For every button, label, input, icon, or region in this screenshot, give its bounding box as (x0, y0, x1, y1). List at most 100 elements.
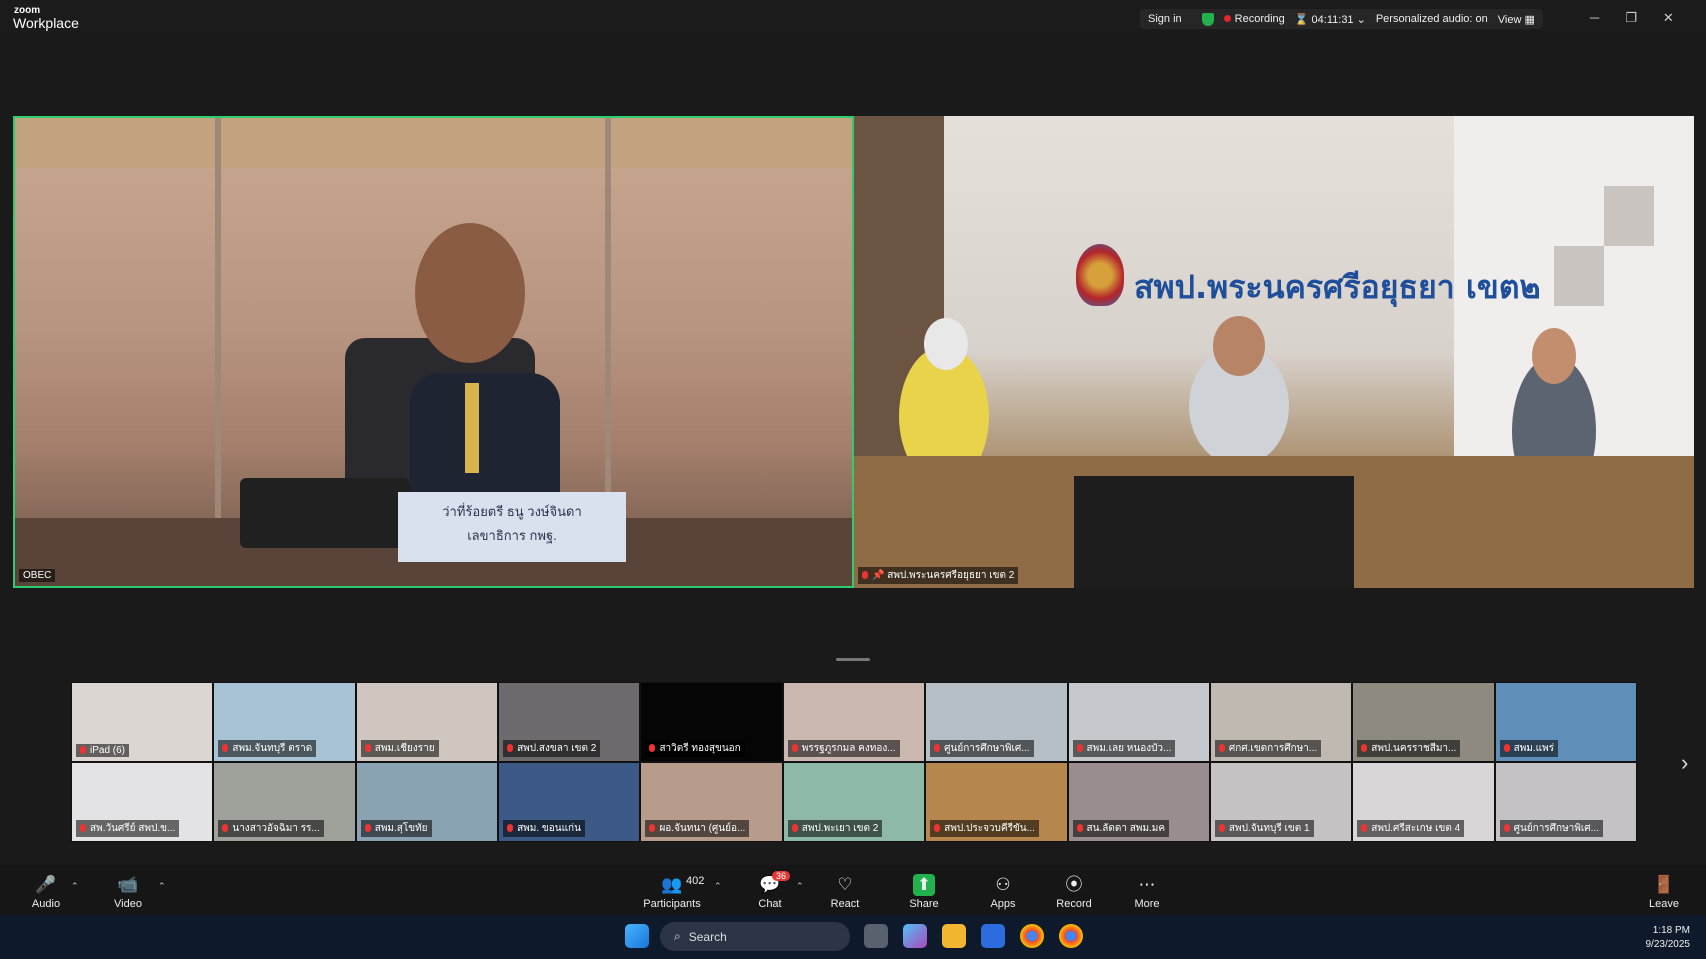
grid-icon: ▦ (1524, 13, 1535, 26)
participant-name-tag: สพม.เชียงราย (360, 740, 439, 757)
video-options-chevron-icon[interactable]: ⌃ (158, 881, 166, 892)
more-button[interactable]: ⋯ More (1112, 865, 1182, 910)
mic-muted-icon (1503, 824, 1510, 833)
participant-thumbnail[interactable]: สพป.นครราชสีมา... (1352, 682, 1495, 762)
share-button[interactable]: ⬆ Share (889, 865, 959, 910)
participant-name: ศกศ.เขตการศึกษา... (1228, 743, 1318, 754)
leave-door-icon: 🚪 (1653, 875, 1675, 894)
heart-icon: ♡ (837, 875, 853, 894)
file-explorer-icon[interactable] (942, 924, 966, 948)
chevron-right-icon[interactable]: › (1681, 750, 1688, 776)
participant-name: สพม. ขอนแก่น (517, 823, 581, 834)
apps-label: Apps (990, 898, 1016, 910)
participant-name: สาวิตรี ทองสุขนอก (659, 743, 741, 754)
participant-name-tag: พรรฐภูรกมล คงทอง... (787, 740, 900, 757)
participant-thumbnail[interactable]: สพป.พะเยา เขต 2 (782, 762, 926, 842)
participants-button[interactable]: 👥 Participants (637, 865, 707, 910)
participant-name-tag: ศูนย์การศึกษาพิเศ... (930, 740, 1034, 757)
participant-video[interactable]: สพป.พระนครศรีอยุธยา เขต๒ 📌 สพป.พระนครศรี… (854, 116, 1694, 588)
participant-thumbnail[interactable]: สพม.เชียงราย (355, 682, 499, 762)
record-button[interactable]: ⦿ Record (1039, 865, 1109, 910)
participant-name: สพป.จันทบุรี เขต 1 (1228, 823, 1310, 834)
search-label: Search (688, 929, 727, 944)
participant-thumbnail[interactable]: ศูนย์การศึกษาพิเศ... (925, 682, 1068, 762)
recording-dot-icon (1223, 15, 1231, 22)
participant-name: นางสาวอัจฉิมา รร... (232, 823, 320, 834)
chat-options-chevron-icon[interactable]: ⌃ (796, 881, 804, 892)
resize-handle[interactable] (836, 658, 870, 661)
clock-time: 1:18 PM (1652, 925, 1690, 936)
participant-name: สน.ลัดดา สพม.มค (1086, 823, 1166, 834)
mic-muted-icon (791, 744, 798, 753)
participant-name: สพป.สงขลา เขต 2 (517, 743, 597, 754)
participant-thumbnail[interactable]: ผอ.จันทนา (ศูนย์อ... (640, 762, 783, 842)
participant-thumbnail[interactable]: ศกศ.เขตการศึกษา... (1209, 682, 1353, 762)
participant-thumbnail[interactable]: สพป.ประจวบคีรีขัน... (925, 762, 1068, 842)
participant-name-tag: นางสาวอัจฉิมา รร... (218, 820, 324, 837)
copilot-icon[interactable] (903, 924, 927, 948)
participant-thumbnail[interactable]: สพม.สุโขทัย (355, 762, 499, 842)
mic-muted-icon (507, 744, 514, 753)
taskbar-search[interactable]: ⌕ Search (660, 922, 850, 951)
more-dots-icon: ⋯ (1138, 875, 1156, 894)
mic-muted-icon (791, 824, 798, 833)
leave-button[interactable]: 🚪 Leave (1629, 865, 1699, 910)
participant-thumbnail[interactable]: สพป.สงขลา เขต 2 (498, 682, 641, 762)
chat-button[interactable]: 💬 Chat (735, 865, 805, 910)
clock-date: 9/23/2025 (1645, 939, 1691, 950)
task-view-icon[interactable] (864, 924, 888, 948)
chat-unread-badge: 36 (772, 871, 791, 881)
participants-label: Participants (643, 898, 701, 910)
mic-muted-icon (934, 744, 941, 753)
participant-name-tag: สพป.นครราชสีมา... (1357, 740, 1461, 757)
audio-options-chevron-icon[interactable]: ⌃ (71, 881, 79, 892)
participant-name: ศูนย์การศึกษาพิเศ... (1513, 823, 1599, 834)
view-button[interactable]: View ▦ (1498, 13, 1535, 26)
participant-thumbnail[interactable]: นางสาวอัจฉิมา รร... (213, 762, 356, 842)
participant-name-tag: สพม.จันทบุรี ตราด (218, 740, 317, 757)
participant-thumbnail[interactable]: สพม.จันทบุรี ตราด (213, 682, 356, 762)
participant-thumbnail[interactable]: สพป.จันทบุรี เขต 1 (1209, 762, 1353, 842)
zoom-app-icon[interactable] (981, 924, 1005, 948)
main-speaker-video[interactable]: ว่าที่ร้อยตรี ธนู วงษ์จินดา เลขาธิการ กพ… (13, 116, 854, 588)
participant-thumbnail[interactable]: สพม.แพร่ (1494, 682, 1637, 762)
react-button[interactable]: ♡ React (810, 865, 880, 910)
encryption-shield-icon[interactable] (1201, 12, 1214, 26)
apps-button[interactable]: ⚇ Apps (968, 865, 1038, 910)
participant-name: สพม.จันทบุรี ตราด (232, 743, 313, 754)
participant-name-tag: สพป.จันทบุรี เขต 1 (1214, 820, 1314, 837)
participant-thumbnail[interactable]: สพม. ขอนแก่น (498, 762, 641, 842)
participant-name-tag: สพม.เลย หนองบัว... (1072, 740, 1176, 757)
participants-options-chevron-icon[interactable]: ⌃ (714, 881, 722, 892)
close-icon[interactable]: ✕ (1663, 10, 1674, 26)
participant-thumbnail[interactable]: สาวิตรี ทองสุขนอก (640, 682, 783, 762)
leave-label: Leave (1649, 898, 1679, 910)
participant-name: สพม.เชียงราย (374, 743, 435, 754)
chrome-profile-icon[interactable] (1059, 924, 1083, 948)
chrome-icon[interactable] (1020, 924, 1044, 948)
recording-label: Recording (1234, 13, 1285, 25)
system-clock[interactable]: 1:18 PM 9/23/2025 (1600, 924, 1691, 952)
participant-thumbnail[interactable]: ศูนย์การศึกษาพิเศ... (1494, 762, 1637, 842)
restore-icon[interactable]: ❐ (1625, 10, 1637, 26)
mic-muted-icon (1361, 744, 1368, 753)
participant-name: ศูนย์การศึกษาพิเศ... (944, 743, 1030, 754)
sign-in-button[interactable]: Sign in (1148, 13, 1192, 25)
meeting-timer[interactable]: ⌛ 04:11:31 ⌄ (1295, 13, 1366, 26)
share-screen-icon: ⬆ (913, 874, 935, 896)
participant-thumbnail[interactable]: สพม.เลย หนองบัว... (1067, 682, 1210, 762)
participant-thumbnail[interactable]: สน.ลัดดา สพม.มค (1067, 762, 1210, 842)
participant-thumbnail[interactable]: พรรฐภูรกมล คงทอง... (782, 682, 926, 762)
gallery-strip: iPad (6) สพม.จันทบุรี ตราด สพม.เชียงราย สพป… (71, 682, 1637, 842)
windows-start-icon[interactable] (625, 924, 649, 948)
participant-thumbnail[interactable]: สพป.ศรีสะเกษ เขต 4 (1352, 762, 1495, 842)
minimize-icon[interactable]: ─ (1590, 10, 1599, 26)
participant-name-tag: สพป.พะเยา เขต 2 (787, 820, 883, 837)
participant-name-tag: ศกศ.เขตการศึกษา... (1214, 740, 1322, 757)
record-icon: ⦿ (1065, 875, 1083, 894)
personalized-audio-status[interactable]: Personalized audio: on (1376, 13, 1488, 25)
participant-thumbnail[interactable]: iPad (6) (71, 682, 214, 762)
recording-indicator[interactable]: Recording (1223, 13, 1285, 25)
video-button[interactable]: 📹 Video (93, 865, 163, 910)
participant-thumbnail[interactable]: สพ.วันศรีย์ สพป.ข... (71, 762, 214, 842)
